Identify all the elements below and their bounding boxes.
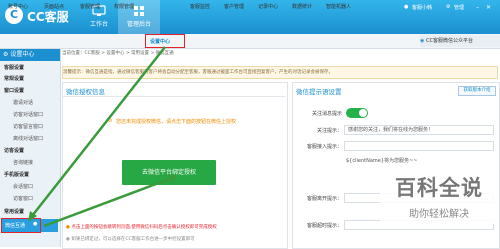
arrow-head [168,174,178,183]
watermark-subtitle: 助你轻松解决 [409,209,469,220]
arrow-to-button [43,176,173,228]
watermark-title: 百科全说 [395,176,483,200]
arrow-to-sidebar [31,46,166,217]
watermark: 百科全说 助你轻松解决 [380,172,498,224]
